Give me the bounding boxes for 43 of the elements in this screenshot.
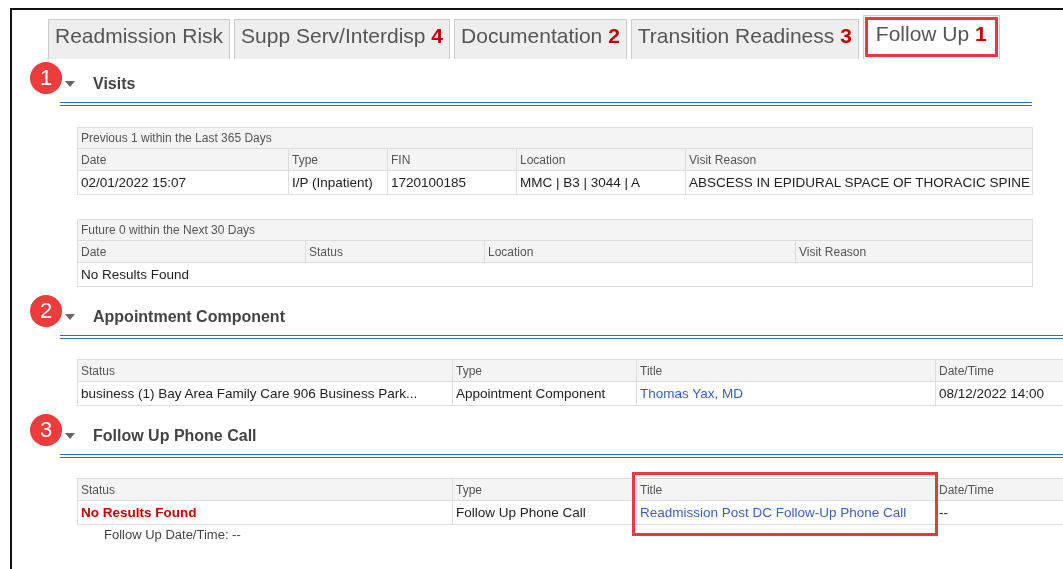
tab[interactable]: Follow Up 1: [862, 15, 1000, 59]
column-header[interactable]: Location: [484, 240, 796, 263]
table-caption: Future 0 within the Next 30 Days: [77, 219, 1033, 241]
section-title: Visits: [93, 75, 136, 93]
column-header[interactable]: Status: [77, 359, 453, 382]
section-title: Appointment Component: [93, 308, 285, 326]
status-alert: No Results Found: [77, 500, 453, 525]
tab[interactable]: Documentation 2: [454, 19, 627, 59]
column-header[interactable]: Status: [305, 240, 485, 263]
table-cell: 1720100185: [387, 170, 517, 195]
tab[interactable]: Transition Readiness 3: [630, 19, 859, 59]
table-cell: ABSCESS IN EPIDURAL SPACE OF THORACIC SPINE: [685, 170, 1033, 195]
link[interactable]: Thomas Yax, MD: [636, 381, 936, 406]
table-cell: business (1) Bay Area Family Care 906 Business Park...: [77, 381, 453, 406]
tab[interactable]: Readmission Risk: [48, 19, 231, 59]
empty-message: No Results Found: [77, 262, 1033, 287]
step-number-badge: 3: [30, 414, 62, 446]
column-header[interactable]: Status: [77, 478, 453, 501]
column-header[interactable]: Type: [452, 359, 637, 382]
column-header[interactable]: Title: [636, 359, 936, 382]
step-number-badge: 1: [30, 62, 62, 94]
column-header[interactable]: Date/Time: [935, 359, 1063, 382]
column-header[interactable]: Date: [77, 148, 289, 171]
column-header[interactable]: Visit Reason: [685, 148, 1033, 171]
follow-up-note: Follow Up Date/Time: --: [104, 527, 242, 542]
tab[interactable]: Supp Serv/Interdisp 4: [234, 19, 451, 59]
step-number-badge: 2: [30, 295, 62, 327]
table-cell: Follow Up Phone Call: [452, 500, 637, 525]
column-header[interactable]: Location: [516, 148, 686, 171]
section-title: Follow Up Phone Call: [93, 427, 257, 445]
caret-icon[interactable]: [65, 313, 75, 321]
table-cell: Appointment Component: [452, 381, 637, 406]
column-header[interactable]: Visit Reason: [795, 240, 1033, 263]
table-cell: MMC | B3 | 3044 | A: [516, 170, 686, 195]
table-cell: 02/01/2022 15:07: [77, 170, 289, 195]
column-header[interactable]: Date/Time: [935, 478, 1063, 501]
table-caption: Previous 1 within the Last 365 Days: [77, 127, 1033, 149]
column-header[interactable]: Type: [452, 478, 637, 501]
caret-icon[interactable]: [65, 432, 75, 440]
table-cell: I/P (Inpatient): [288, 170, 388, 195]
column-header[interactable]: Date: [77, 240, 306, 263]
column-header[interactable]: Title: [636, 478, 936, 501]
caret-icon[interactable]: [65, 80, 75, 88]
